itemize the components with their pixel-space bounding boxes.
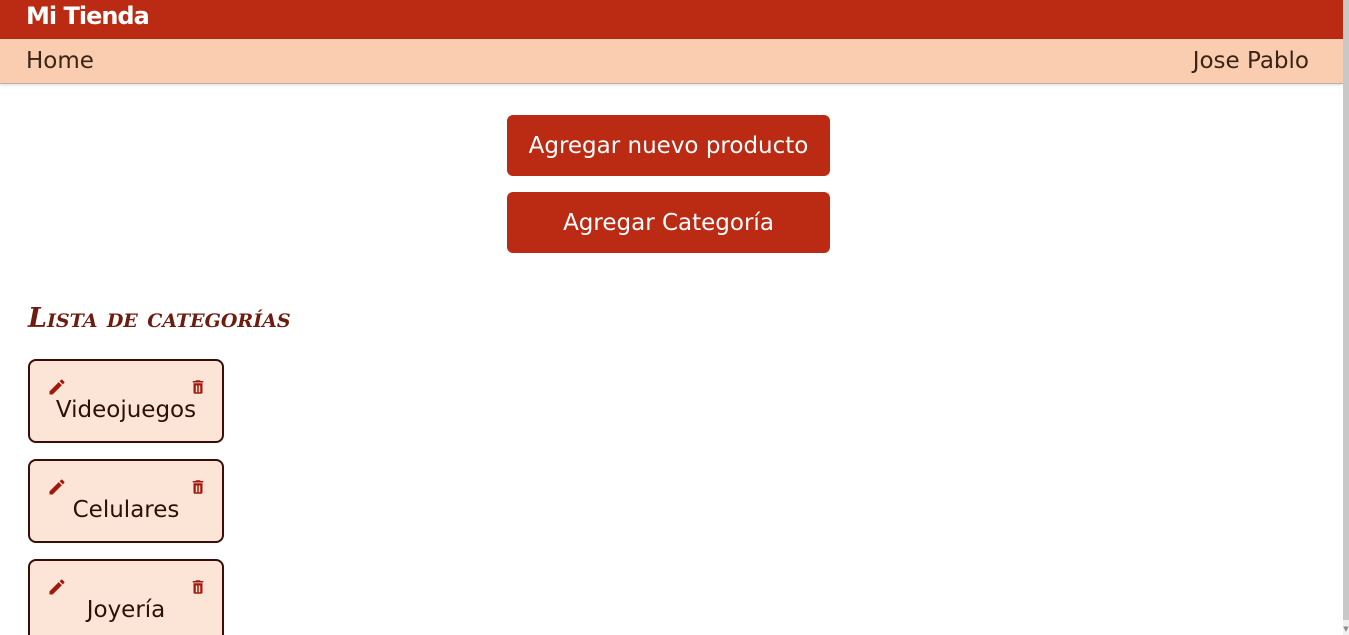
pencil-icon[interactable] xyxy=(47,477,67,497)
category-label: Joyería xyxy=(86,597,166,623)
category-label: Celulares xyxy=(72,497,180,523)
categories-list-title: Lista de categorías xyxy=(28,303,291,334)
brand-logo[interactable]: Mi Tienda xyxy=(26,2,150,30)
add-product-button[interactable]: Agregar nuevo producto xyxy=(507,115,830,176)
category-label: Videojuegos xyxy=(55,397,197,423)
pencil-icon[interactable] xyxy=(47,377,67,397)
top-header-bar: Mi Tienda xyxy=(0,0,1343,39)
pencil-icon[interactable] xyxy=(47,577,67,597)
navigation-bar: Home Jose Pablo xyxy=(0,39,1343,84)
category-card: Videojuegos xyxy=(28,359,224,443)
page-scrollbar[interactable]: ▼ xyxy=(1343,0,1349,635)
nav-home-link[interactable]: Home xyxy=(26,48,94,74)
category-card: Celulares xyxy=(28,459,224,543)
scrollbar-thumb[interactable] xyxy=(1343,0,1349,620)
trash-icon[interactable] xyxy=(189,577,207,597)
trash-icon[interactable] xyxy=(189,377,207,397)
trash-icon[interactable] xyxy=(189,477,207,497)
category-card: Joyería xyxy=(28,559,224,635)
add-category-button[interactable]: Agregar Categoría xyxy=(507,192,830,253)
nav-user-name[interactable]: Jose Pablo xyxy=(1193,48,1309,74)
scroll-down-arrow-icon[interactable]: ▼ xyxy=(1343,625,1349,633)
